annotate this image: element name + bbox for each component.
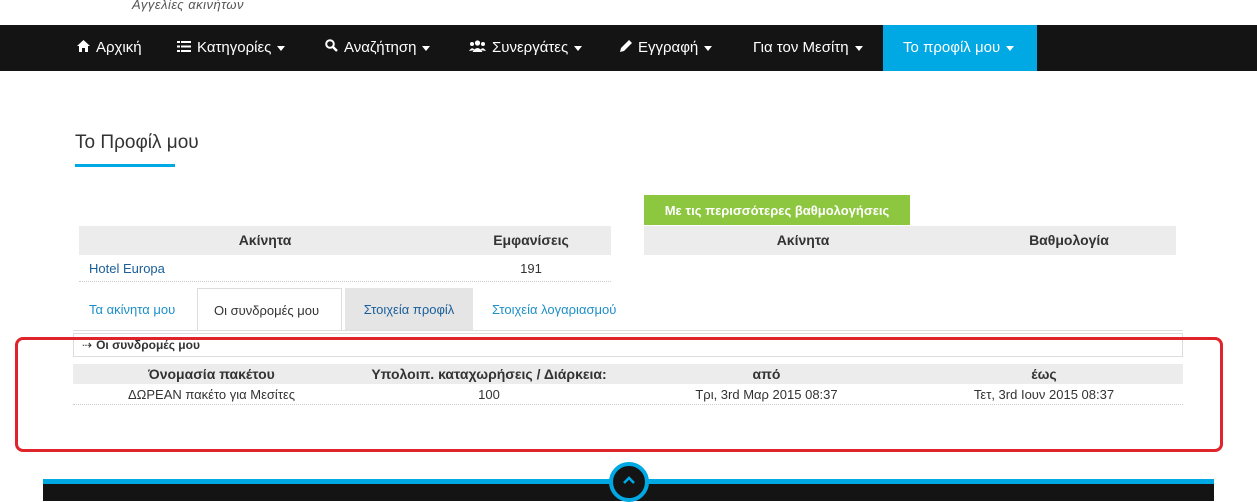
caret-down-icon xyxy=(574,45,583,51)
nav-home-label: Αρχική xyxy=(96,39,142,56)
caret-down-icon xyxy=(1006,45,1015,51)
nav-search-label: Αναζήτηση xyxy=(344,39,417,56)
title-underline xyxy=(75,164,175,167)
highlight-box xyxy=(15,337,1223,452)
caret-down-icon xyxy=(277,45,286,51)
nav-categories[interactable]: Κατηγορίες xyxy=(177,25,286,71)
chevron-up-icon xyxy=(623,476,635,484)
col-properties: Ακίνητα xyxy=(776,232,830,248)
main-navbar: Αρχική Κατηγορίες Αναζήτηση Συνεργάτες Ε… xyxy=(0,25,1257,71)
search-icon xyxy=(325,25,338,71)
scroll-to-top-button[interactable] xyxy=(609,462,649,502)
nav-categories-label: Κατηγορίες xyxy=(197,39,272,56)
tab-border xyxy=(73,330,1183,331)
tab-profile-details[interactable]: Στοιχεία προφίλ xyxy=(345,288,473,331)
table-row: Hotel Europa 191 xyxy=(79,255,611,282)
page-title: Το Προφίλ μου xyxy=(75,132,199,153)
col-rating: Βαθμολογία xyxy=(1029,232,1109,248)
nav-my-profile[interactable]: Το προφίλ μου xyxy=(883,25,1037,71)
nav-my-profile-label: Το προφίλ μου xyxy=(903,39,1001,56)
most-ratings-badge: Με τις περισσότερες βαθμολογήσεις xyxy=(644,195,910,225)
caret-down-icon xyxy=(854,45,863,51)
nav-for-broker-label: Για τον Μεσίτη xyxy=(753,39,849,56)
nav-register[interactable]: Εγγραφή xyxy=(620,25,713,71)
pencil-icon xyxy=(620,25,632,71)
nav-partners[interactable]: Συνεργάτες xyxy=(469,25,583,71)
nav-for-broker[interactable]: Για τον Μεσίτη xyxy=(753,25,863,71)
col-views: Εμφανίσεις xyxy=(493,232,569,248)
tab-my-properties[interactable]: Τα ακίνητα μου xyxy=(73,288,191,331)
nav-home[interactable]: Αρχική xyxy=(77,25,142,71)
caret-down-icon xyxy=(422,45,431,51)
nav-partners-label: Συνεργάτες xyxy=(492,39,569,56)
property-link[interactable]: Hotel Europa xyxy=(89,255,165,282)
list-icon xyxy=(177,25,191,71)
home-icon xyxy=(77,25,90,71)
nav-register-label: Εγγραφή xyxy=(638,39,699,56)
users-icon xyxy=(469,25,486,71)
tab-my-subscriptions[interactable]: Οι συνδρομές μου xyxy=(197,288,342,331)
col-properties: Ακίνητα xyxy=(238,232,292,248)
nav-search[interactable]: Αναζήτηση xyxy=(325,25,431,71)
caret-down-icon xyxy=(704,45,713,51)
views-table-header: Ακίνητα Εμφανίσεις xyxy=(79,226,611,255)
site-tagline: Αγγελίες ακινήτων xyxy=(132,0,245,12)
ratings-table-header: Ακίνητα Βαθμολογία xyxy=(644,226,1176,255)
tab-account-details[interactable]: Στοιχεία λογαριασμού xyxy=(476,288,632,331)
views-count: 191 xyxy=(520,261,542,276)
